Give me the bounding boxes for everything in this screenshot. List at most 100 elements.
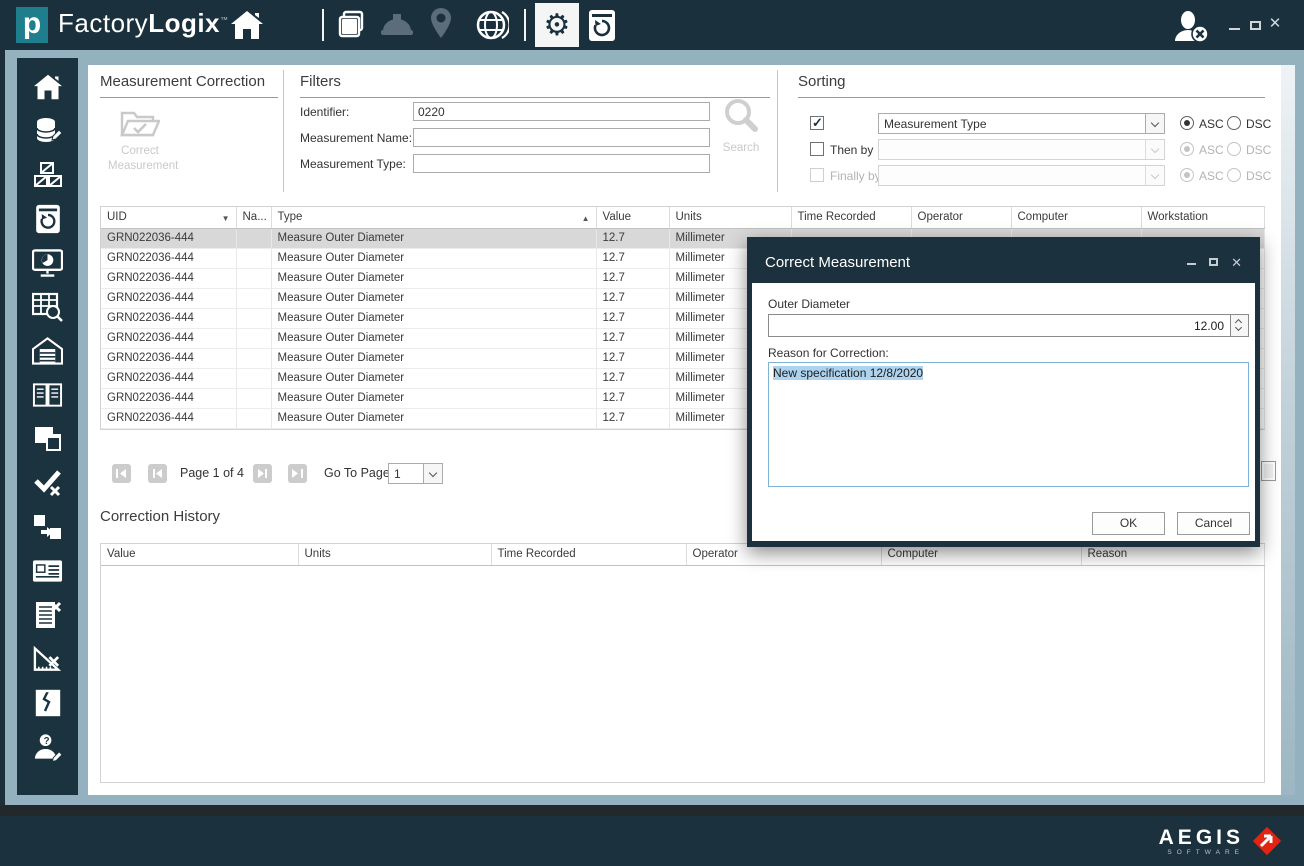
sidebar-monitor-chart-icon[interactable] (32, 247, 63, 278)
cell-uid: GRN022036-444 (101, 228, 236, 248)
sort1-asc-radio[interactable] (1180, 116, 1194, 130)
previous-page-button[interactable] (148, 464, 167, 483)
column-header-units[interactable]: Units (669, 207, 791, 228)
sidebar-measure-remove-icon[interactable] (32, 643, 63, 674)
sidebar-device-history-icon[interactable] (32, 203, 63, 234)
spinner-down-icon[interactable] (1235, 324, 1242, 331)
partially-hidden-control[interactable] (1261, 461, 1276, 481)
search-icon (721, 96, 761, 136)
sync-device-icon[interactable] (587, 9, 617, 47)
reason-textarea[interactable]: New specification 12/8/2020 (768, 362, 1249, 487)
column-header-operator[interactable]: Operator (911, 207, 1011, 228)
goto-page-combo[interactable]: 1 (388, 463, 443, 484)
history-table: ValueUnitsTime RecordedOperatorComputerR… (100, 543, 1265, 783)
next-page-button[interactable] (253, 464, 272, 483)
sort1-checkbox[interactable] (810, 116, 824, 130)
cell-name (236, 408, 271, 428)
history-title: Correction History (100, 508, 220, 525)
sidebar-nav: ? (17, 58, 78, 795)
first-page-button[interactable] (112, 464, 131, 483)
sidebar-window-copy-icon[interactable] (32, 423, 63, 454)
correct-measurement-button[interactable]: CorrectMeasurement (108, 107, 172, 174)
location-pin-icon[interactable] (429, 6, 453, 47)
cell-uid: GRN022036-444 (101, 328, 236, 348)
sidebar-home-icon[interactable] (32, 71, 63, 102)
sort2-label: Then by (830, 143, 873, 157)
identifier-input[interactable] (413, 102, 710, 121)
measurement-type-input[interactable] (413, 154, 710, 173)
sidebar-damaged-box-icon[interactable] (32, 687, 63, 718)
search-label: Search (714, 141, 768, 156)
cell-uid: GRN022036-444 (101, 308, 236, 328)
cell-type: Measure Outer Diameter (271, 228, 596, 248)
brand-factory: Factory (58, 8, 148, 38)
dialog-close-button[interactable]: ✕ (1231, 255, 1242, 271)
sort2-checkbox[interactable] (810, 142, 824, 156)
sidebar-database-edit-icon[interactable] (32, 115, 63, 146)
cancel-button[interactable]: Cancel (1177, 512, 1250, 535)
brand-logix: Logix (148, 8, 220, 38)
window-minimize-button[interactable] (1229, 28, 1240, 30)
column-header-uid[interactable]: UID▼ (101, 207, 236, 228)
sort1-dsc-radio[interactable] (1227, 116, 1241, 130)
history-column-header-reason[interactable]: Reason (1081, 544, 1264, 565)
cell-type: Measure Outer Diameter (271, 408, 596, 428)
filter-dropdown-icon[interactable]: ▼ (222, 214, 230, 223)
dialog-minimize-button[interactable] (1187, 263, 1196, 265)
chevron-down-icon[interactable] (1145, 114, 1164, 133)
column-header-value[interactable]: Value (596, 207, 669, 228)
page-indicator: Page 1 of 4 (180, 466, 244, 480)
cell-type: Measure Outer Diameter (271, 388, 596, 408)
history-column-header-computer[interactable]: Computer (881, 544, 1081, 565)
window-maximize-button[interactable] (1250, 21, 1261, 30)
search-button[interactable]: Search (714, 96, 768, 156)
cell-type: Measure Outer Diameter (271, 328, 596, 348)
cell-uid: GRN022036-444 (101, 268, 236, 288)
globe-icon[interactable] (475, 8, 509, 47)
last-page-button[interactable] (288, 464, 307, 483)
sidebar-list-remove-icon[interactable] (32, 599, 63, 630)
home-icon[interactable] (230, 9, 264, 46)
column-header-na-[interactable]: Na... (236, 207, 271, 228)
history-column-header-time-recorded[interactable]: Time Recorded (491, 544, 686, 565)
cell-value: 12.7 (596, 408, 669, 428)
cell-name (236, 228, 271, 248)
ok-button[interactable]: OK (1092, 512, 1165, 535)
sort3-checkbox (810, 168, 824, 182)
sidebar-box-transfer-icon[interactable] (32, 511, 63, 542)
sort-ascending-icon[interactable]: ▲ (582, 214, 590, 223)
column-header-type[interactable]: Type▲ (271, 207, 596, 228)
cell-value: 12.7 (596, 348, 669, 368)
sort2-asc-label: ASC (1199, 143, 1224, 157)
identifier-label: Identifier: (300, 105, 349, 119)
sorting-title: Sorting (798, 73, 1265, 98)
dialog-maximize-button[interactable] (1209, 258, 1218, 266)
history-column-header-units[interactable]: Units (298, 544, 491, 565)
cell-value: 12.7 (596, 368, 669, 388)
measurement-name-input[interactable] (413, 128, 710, 147)
column-header-time-recorded[interactable]: Time Recorded (791, 207, 911, 228)
sidebar-check-remove-icon[interactable] (32, 467, 63, 498)
sidebar-person-question-icon[interactable]: ? (32, 731, 63, 762)
window-close-button[interactable]: ✕ (1266, 14, 1284, 34)
left-frame-edge (0, 50, 5, 805)
sort3-asc-label: ASC (1199, 169, 1224, 183)
hardhat-icon[interactable] (380, 11, 414, 44)
chevron-down-icon (1145, 166, 1164, 185)
sidebar-table-search-icon[interactable] (32, 291, 63, 322)
history-column-header-value[interactable]: Value (101, 544, 298, 565)
outer-diameter-input[interactable]: 12.00 (768, 314, 1249, 337)
sidebar-id-card-icon[interactable] (32, 555, 63, 586)
sidebar-warehouse-icon[interactable] (32, 335, 63, 366)
sidebar-pallet-icon[interactable] (32, 159, 63, 190)
documents-icon[interactable] (336, 10, 368, 45)
column-header-computer[interactable]: Computer (1011, 207, 1141, 228)
column-header-workstation[interactable]: Workstation (1141, 207, 1264, 228)
history-column-header-operator[interactable]: Operator (686, 544, 881, 565)
sidebar-book-icon[interactable] (32, 379, 63, 410)
sort1-combo[interactable]: Measurement Type (878, 113, 1165, 134)
chevron-down-icon[interactable] (423, 464, 442, 483)
gear-icon[interactable]: ⚙ (535, 3, 579, 47)
spinner-control[interactable] (1230, 315, 1248, 336)
user-logout-icon[interactable] (1172, 11, 1214, 48)
